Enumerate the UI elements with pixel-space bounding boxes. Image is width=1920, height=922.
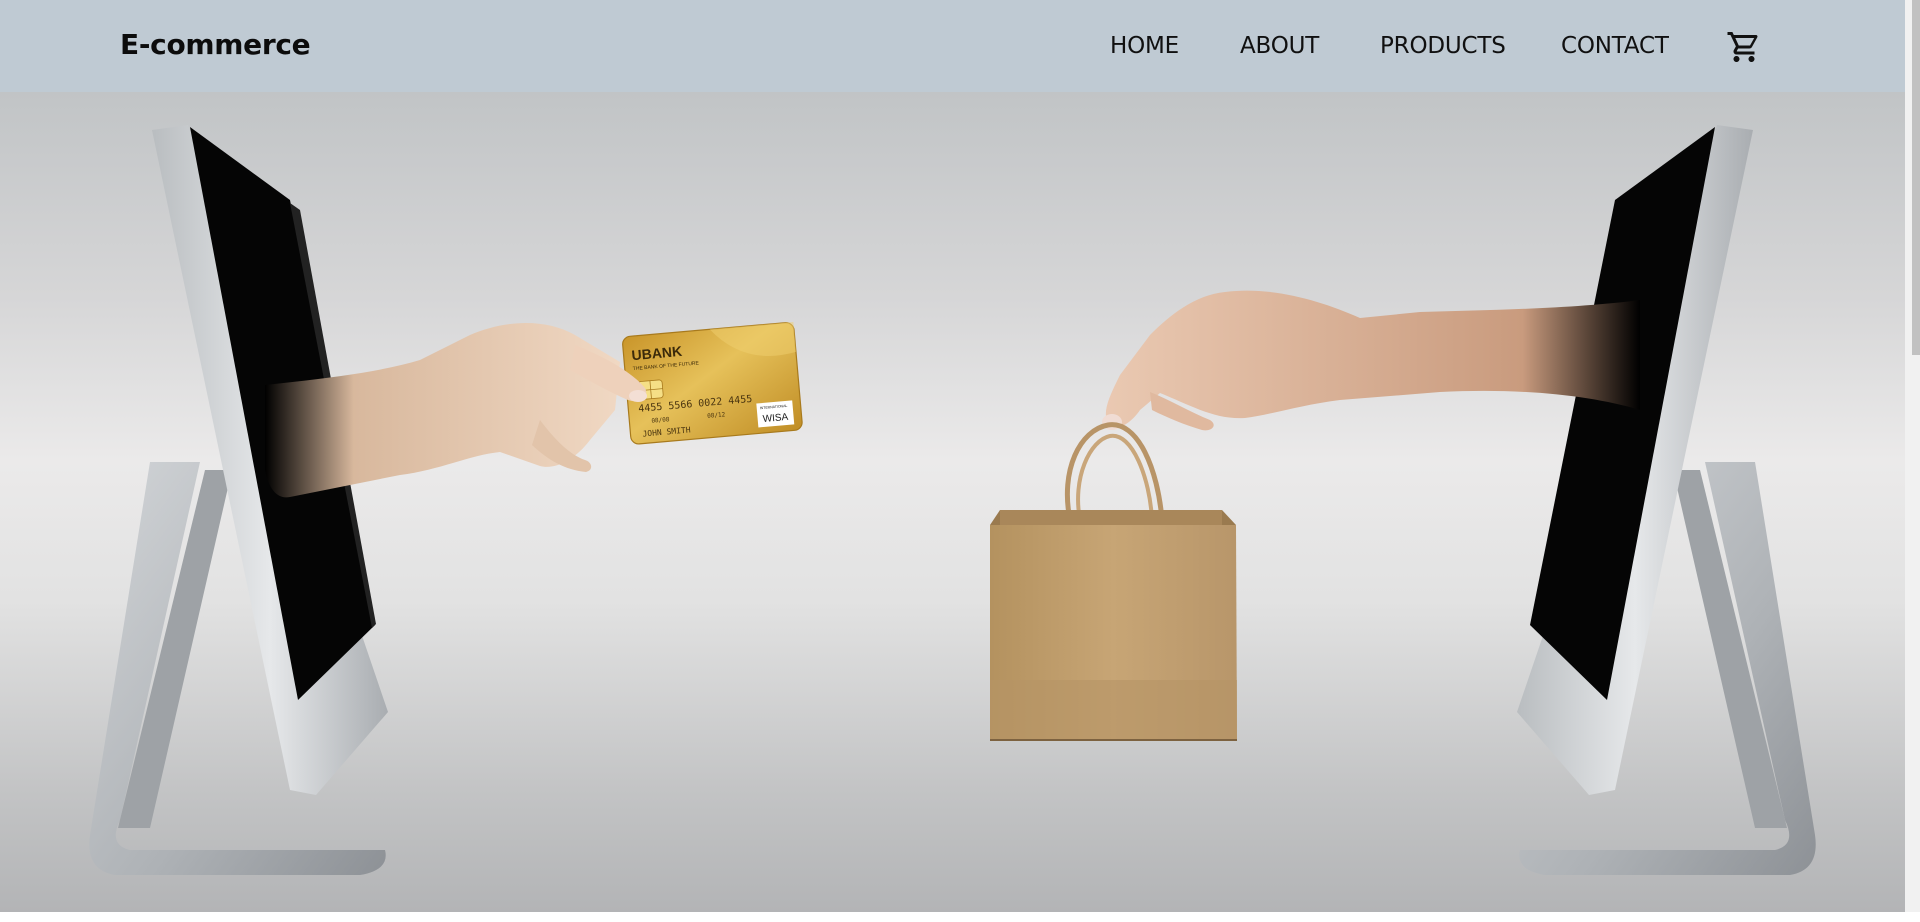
nav-link-products[interactable]: PRODUCTS xyxy=(1380,33,1506,59)
credit-card-image: UBANK THE BANK OF THE FUTURE 4455 5566 0… xyxy=(622,322,803,445)
brand-logo[interactable]: E-commerce xyxy=(120,28,311,61)
scrollbar-thumb[interactable] xyxy=(1912,0,1920,355)
nav-link-contact[interactable]: CONTACT xyxy=(1561,33,1669,59)
shopping-cart-icon xyxy=(1727,32,1758,62)
left-monitor xyxy=(89,125,388,875)
shopping-bag-image xyxy=(990,422,1237,741)
cart-button[interactable] xyxy=(1726,29,1762,65)
navbar: E-commerce HOME ABOUT PRODUCTS CONTACT xyxy=(0,0,1905,92)
hand-with-bag xyxy=(1102,290,1640,431)
hero-illustration: UBANK THE BANK OF THE FUTURE 4455 5566 0… xyxy=(89,125,1816,875)
hand-with-card: UBANK THE BANK OF THE FUTURE 4455 5566 0… xyxy=(265,322,803,498)
page-bottom-edge xyxy=(0,912,1920,922)
nav-link-home[interactable]: HOME xyxy=(1110,33,1179,59)
right-monitor xyxy=(1517,125,1816,875)
nav-link-about[interactable]: ABOUT xyxy=(1240,33,1319,59)
card-network: WISA xyxy=(762,412,789,425)
page-viewport: E-commerce HOME ABOUT PRODUCTS CONTACT U… xyxy=(0,0,1905,912)
hero-banner: UBANK THE BANK OF THE FUTURE 4455 5566 0… xyxy=(0,92,1905,912)
